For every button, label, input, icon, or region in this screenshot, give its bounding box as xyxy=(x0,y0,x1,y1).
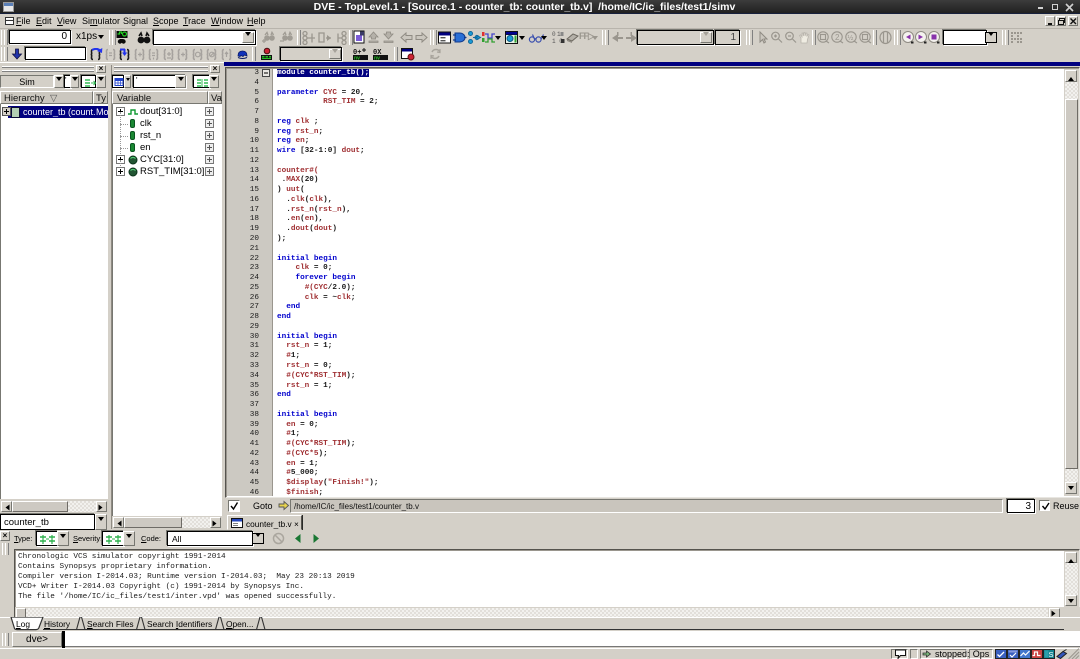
svg-text:0: 0 xyxy=(552,31,556,38)
svg-text:1: 1 xyxy=(557,31,561,38)
svg-text:2: 2 xyxy=(835,33,840,42)
svg-text:S: S xyxy=(1049,650,1054,659)
svg-text:nv: nv xyxy=(374,56,380,62)
svg-text:nv: nv xyxy=(354,56,360,62)
svg-text:½: ½ xyxy=(848,34,854,42)
